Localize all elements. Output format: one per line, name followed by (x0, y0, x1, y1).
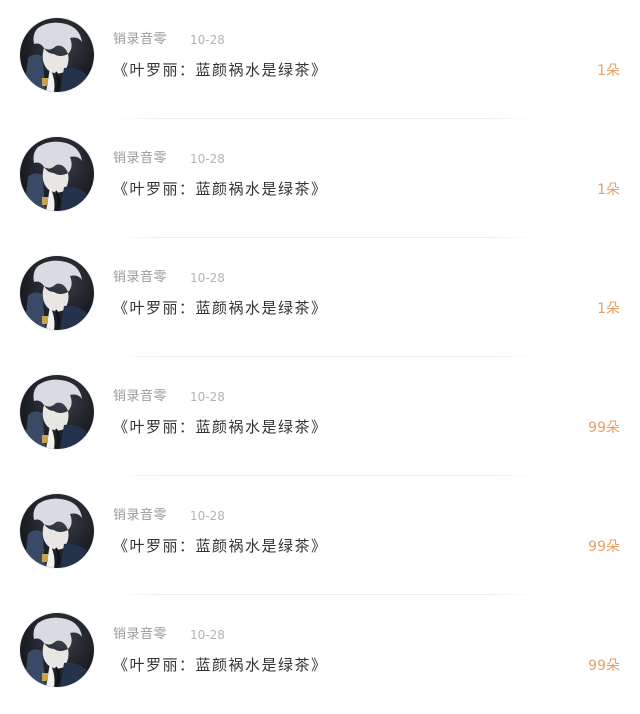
anime-character-avatar-icon (24, 22, 90, 92)
list-item[interactable]: 销录音零 10-28 《叶罗丽：蓝颜祸水是绿茶》 99朵 (0, 357, 640, 476)
gift-count: 1朵 (597, 182, 620, 198)
gift-count: 99朵 (588, 539, 620, 555)
anime-character-avatar-icon (24, 141, 90, 211)
avatar[interactable] (20, 613, 94, 687)
gift-count: 99朵 (588, 658, 620, 674)
username[interactable]: 销录音零 (113, 151, 167, 167)
gift-count: 1朵 (597, 301, 620, 317)
avatar[interactable] (20, 18, 94, 92)
list-item[interactable]: 销录音零 10-28 《叶罗丽：蓝颜祸水是绿茶》 99朵 (0, 476, 640, 595)
username[interactable]: 销录音零 (113, 627, 167, 643)
gift-record-list: 销录音零 10-28 《叶罗丽：蓝颜祸水是绿茶》 1朵 销录音零 10-28 《… (0, 0, 640, 709)
username[interactable]: 销录音零 (113, 508, 167, 524)
timestamp: 10-28 (190, 509, 225, 523)
avatar[interactable] (20, 494, 94, 568)
timestamp: 10-28 (190, 271, 225, 285)
gift-title[interactable]: 《叶罗丽：蓝颜祸水是绿茶》 (113, 298, 328, 318)
list-item[interactable]: 销录音零 10-28 《叶罗丽：蓝颜祸水是绿茶》 1朵 (0, 238, 640, 357)
anime-character-avatar-icon (24, 379, 90, 449)
anime-character-avatar-icon (24, 498, 90, 568)
anime-character-avatar-icon (24, 617, 90, 687)
gift-title[interactable]: 《叶罗丽：蓝颜祸水是绿茶》 (113, 536, 328, 556)
list-item[interactable]: 销录音零 10-28 《叶罗丽：蓝颜祸水是绿茶》 1朵 (0, 0, 640, 119)
gift-title[interactable]: 《叶罗丽：蓝颜祸水是绿茶》 (113, 179, 328, 199)
username[interactable]: 销录音零 (113, 32, 167, 48)
gift-count: 1朵 (597, 63, 620, 79)
list-item[interactable]: 销录音零 10-28 《叶罗丽：蓝颜祸水是绿茶》 99朵 (0, 595, 640, 714)
anime-character-avatar-icon (24, 260, 90, 330)
avatar[interactable] (20, 375, 94, 449)
gift-title[interactable]: 《叶罗丽：蓝颜祸水是绿茶》 (113, 60, 328, 80)
list-item[interactable]: 销录音零 10-28 《叶罗丽：蓝颜祸水是绿茶》 1朵 (0, 119, 640, 238)
timestamp: 10-28 (190, 628, 225, 642)
gift-title[interactable]: 《叶罗丽：蓝颜祸水是绿茶》 (113, 417, 328, 437)
timestamp: 10-28 (190, 33, 225, 47)
avatar[interactable] (20, 137, 94, 211)
timestamp: 10-28 (190, 152, 225, 166)
username[interactable]: 销录音零 (113, 270, 167, 286)
gift-count: 99朵 (588, 420, 620, 436)
timestamp: 10-28 (190, 390, 225, 404)
username[interactable]: 销录音零 (113, 389, 167, 405)
avatar[interactable] (20, 256, 94, 330)
gift-title[interactable]: 《叶罗丽：蓝颜祸水是绿茶》 (113, 655, 328, 675)
